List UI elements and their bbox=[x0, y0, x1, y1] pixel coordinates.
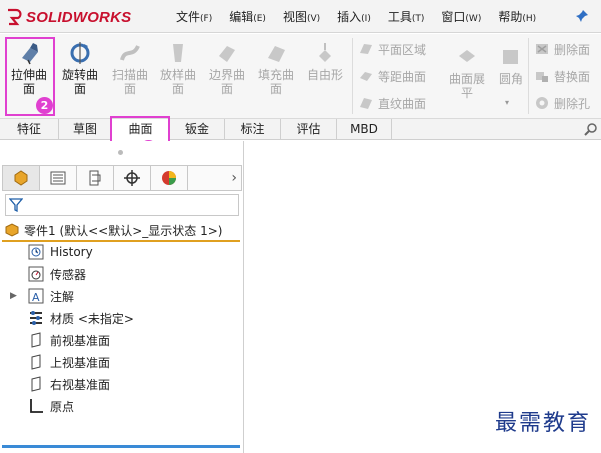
replace-face-button[interactable]: 替换面 bbox=[534, 67, 590, 85]
dimxpert-manager-tab[interactable] bbox=[114, 166, 151, 190]
pin-icon[interactable] bbox=[575, 9, 589, 23]
filter-icon bbox=[9, 198, 23, 212]
command-tabs: 特征 草图 曲面 钣金 标注 评估 MBD bbox=[0, 118, 601, 140]
fillet-icon bbox=[503, 50, 518, 64]
delete-hole-button[interactable]: 删除孔 bbox=[534, 94, 590, 112]
tab-evaluate[interactable]: 评估 bbox=[281, 119, 337, 140]
boundary-surface-icon bbox=[219, 46, 235, 62]
panel-bottom-bar bbox=[2, 445, 240, 448]
feature-tree-icon bbox=[14, 170, 28, 186]
offset-surface-icon bbox=[360, 72, 372, 81]
ribbon-separator bbox=[528, 38, 529, 114]
filter-field[interactable] bbox=[5, 194, 239, 216]
filled-surface-icon bbox=[268, 46, 285, 62]
tree-item-sensors[interactable]: 传感器 bbox=[28, 264, 86, 284]
tab-sheet-metal[interactable]: 钣金 bbox=[170, 119, 225, 140]
tree-item-front-plane[interactable]: 前视基准面 bbox=[28, 330, 110, 350]
material-icon bbox=[30, 311, 42, 325]
filled-surface-button[interactable]: 填充曲 面 bbox=[253, 40, 299, 96]
swept-surface-button[interactable]: 扫描曲 面 bbox=[107, 40, 153, 96]
title-bar: SOLIDWORKS 文件(F) 编辑(E) 视图(V) 插入(I) 工具(T)… bbox=[0, 0, 601, 33]
expand-arrow-icon[interactable]: ▶ bbox=[10, 291, 17, 301]
menu-edit[interactable]: 编辑(E) bbox=[229, 8, 266, 25]
feature-tree-tab[interactable] bbox=[3, 166, 40, 190]
property-manager-tab[interactable] bbox=[40, 166, 77, 190]
panel-grip-dot[interactable] bbox=[118, 150, 123, 155]
configuration-manager-icon bbox=[89, 170, 101, 186]
surface-flatten-button[interactable]: 曲面展 平 bbox=[444, 44, 490, 100]
ribbon-separator bbox=[352, 38, 353, 114]
menu-help[interactable]: 帮助(H) bbox=[498, 8, 536, 25]
delete-face-icon bbox=[536, 44, 548, 54]
offset-surface-button[interactable]: 等距曲面 bbox=[358, 67, 426, 85]
part-root-node[interactable]: 零件1 (默认<<默认>_显示状态 1>) bbox=[4, 220, 240, 240]
tab-markup[interactable]: 标注 bbox=[225, 119, 281, 140]
fillet-button[interactable]: 圆角 bbox=[494, 44, 528, 86]
delete-face-button[interactable]: 删除面 bbox=[534, 40, 590, 58]
planar-surface-button[interactable]: 平面区域 bbox=[358, 40, 426, 58]
menu-bar: 文件(F) 编辑(E) 视图(V) 插入(I) 工具(T) 窗口(W) 帮助(H… bbox=[176, 0, 553, 33]
planar-surface-icon bbox=[360, 44, 372, 54]
revolved-surface-button[interactable]: 旋转曲 面 bbox=[57, 40, 103, 96]
ribbon-toolbar: 拉伸曲 面 旋转曲 面 扫描曲 面 放样曲 面 边界曲 面 填充曲 面 自由形 … bbox=[0, 34, 601, 118]
history-icon bbox=[28, 244, 44, 260]
tab-mbd[interactable]: MBD bbox=[337, 119, 392, 140]
app-logo-text: SOLIDWORKS bbox=[26, 8, 132, 26]
plane-icon bbox=[31, 332, 41, 348]
configuration-manager-tab[interactable] bbox=[77, 166, 114, 190]
menu-tools[interactable]: 工具(T) bbox=[388, 8, 425, 25]
menu-file[interactable]: 文件(F) bbox=[176, 8, 212, 25]
delete-hole-icon bbox=[536, 97, 548, 109]
menu-view[interactable]: 视图(V) bbox=[283, 8, 320, 25]
annotation-highlight-1 bbox=[110, 116, 170, 143]
plane-icon bbox=[31, 376, 41, 392]
tree-item-top-plane[interactable]: 上视基准面 bbox=[28, 352, 110, 372]
part-name: 零件1 (默认<<默认>_显示状态 1>) bbox=[24, 223, 223, 238]
menu-window[interactable]: 窗口(W) bbox=[441, 8, 481, 25]
lofted-surface-button[interactable]: 放样曲 面 bbox=[155, 40, 201, 96]
menu-insert[interactable]: 插入(I) bbox=[337, 8, 371, 25]
part-icon bbox=[5, 223, 19, 237]
tree-item-annotations[interactable]: A 注解 bbox=[28, 286, 74, 306]
panel-tab-strip: › bbox=[2, 165, 242, 191]
tree-item-origin[interactable]: 原点 bbox=[28, 396, 74, 416]
freeform-icon bbox=[319, 43, 331, 62]
boundary-surface-button[interactable]: 边界曲 面 bbox=[204, 40, 250, 96]
ds-logo-icon bbox=[8, 8, 22, 26]
property-manager-icon bbox=[50, 171, 66, 185]
freeform-button[interactable]: 自由形 bbox=[302, 40, 348, 82]
ruled-surface-button[interactable]: 直纹曲面 bbox=[358, 94, 426, 112]
feature-manager-panel: › 零件1 (默认<<默认>_显示状态 1>) History 传感器 ▶ A … bbox=[0, 141, 244, 453]
tree-item-history[interactable]: History bbox=[28, 242, 93, 262]
annotation-icon: A bbox=[28, 288, 44, 304]
tab-features[interactable]: 特征 bbox=[0, 119, 59, 140]
replace-face-icon bbox=[536, 72, 548, 82]
plane-icon bbox=[31, 354, 41, 370]
surface-flatten-icon bbox=[459, 50, 475, 62]
display-manager-tab[interactable] bbox=[151, 166, 188, 190]
tree-item-right-plane[interactable]: 右视基准面 bbox=[28, 374, 110, 394]
lofted-surface-icon bbox=[173, 44, 183, 62]
app-logo[interactable]: SOLIDWORKS bbox=[6, 5, 131, 29]
crosshair-icon bbox=[124, 170, 140, 186]
revolved-surface-icon bbox=[70, 42, 90, 64]
watermark-text: 最需教育 bbox=[494, 411, 591, 436]
tab-sketch[interactable]: 草图 bbox=[59, 119, 112, 140]
ruled-surface-icon bbox=[360, 98, 372, 109]
search-icon[interactable] bbox=[584, 122, 598, 136]
svg-text:A: A bbox=[32, 291, 40, 304]
display-manager-icon bbox=[162, 171, 176, 185]
fillet-dropdown-icon[interactable]: ▾ bbox=[505, 98, 509, 107]
origin-icon bbox=[30, 399, 43, 413]
tree-item-material[interactable]: 材质 <未指定> bbox=[28, 308, 134, 328]
swept-surface-icon bbox=[120, 45, 140, 61]
graphics-area[interactable]: 最需教育 bbox=[245, 141, 601, 453]
chevron-right-icon[interactable]: › bbox=[188, 166, 241, 190]
sensor-icon bbox=[28, 266, 44, 282]
annotation-badge-2: 2 bbox=[36, 97, 53, 114]
